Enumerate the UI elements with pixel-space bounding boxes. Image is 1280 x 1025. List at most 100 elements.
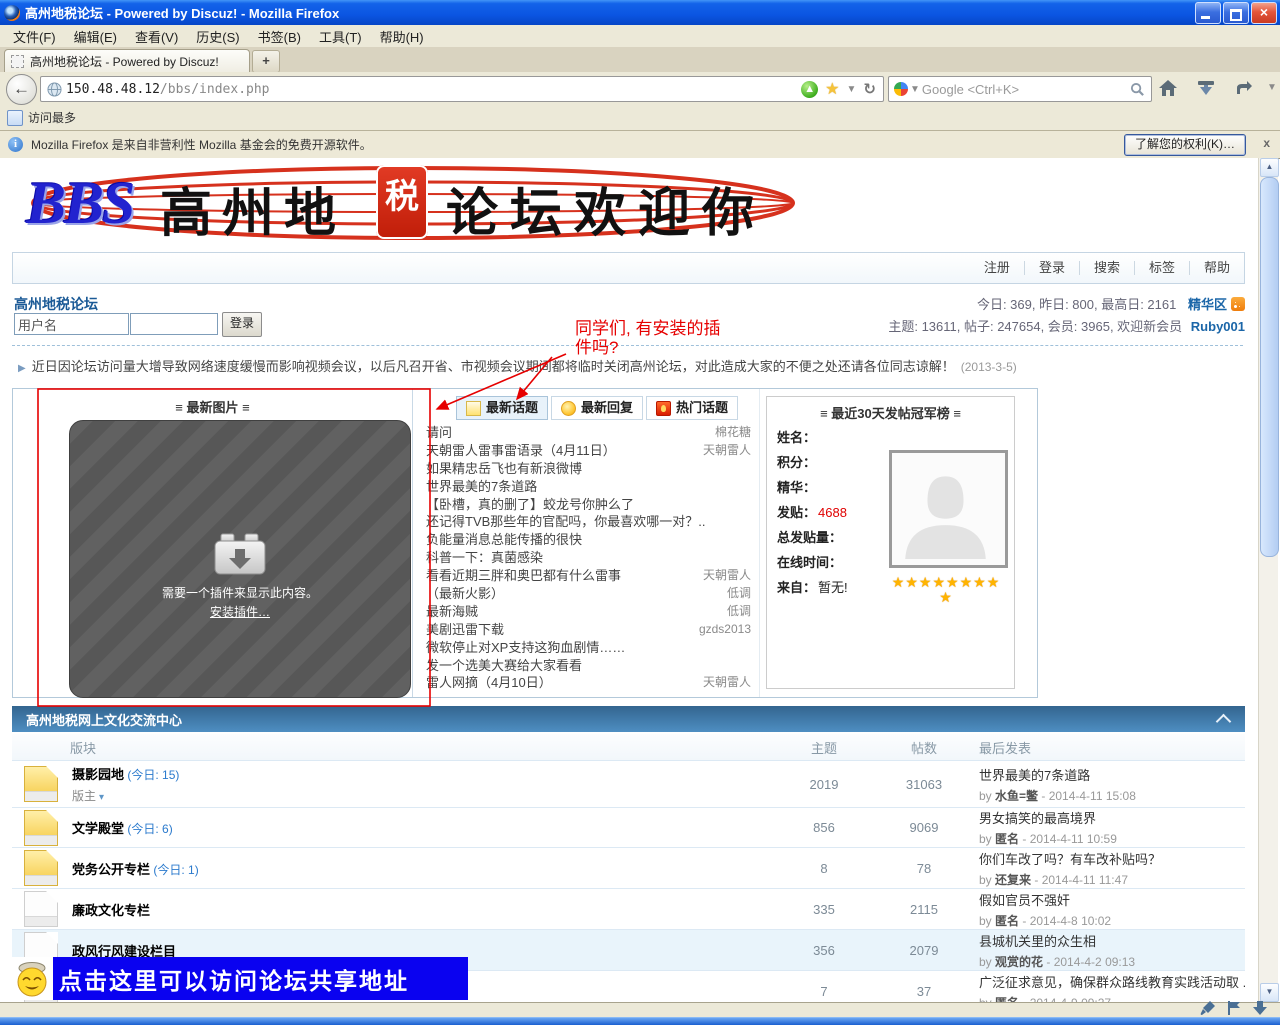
last-post-title[interactable]: 你们车改了吗？有车改补贴吗？ — [979, 849, 1245, 868]
last-post-title[interactable]: 男女搞笑的最高境界 — [979, 808, 1245, 827]
topic-title[interactable]: 还记得TVB那些年的官配吗，你最喜欢哪一对？.. — [426, 513, 751, 531]
url-bar[interactable]: 150.48.48.12/bbs/index.php ▲ ★ ▼ ↻ — [40, 76, 884, 102]
search-engine-dropdown-icon[interactable]: ▼ — [910, 84, 920, 95]
menu-item[interactable]: 工具(T) — [310, 25, 371, 48]
board-link[interactable]: 文学殿堂 — [72, 821, 124, 836]
usernav-register[interactable]: 注册 — [970, 261, 1024, 275]
restore-button[interactable] — [1223, 2, 1249, 24]
topic-title[interactable]: 最新海贼 — [426, 603, 719, 621]
topic-author[interactable]: 天朝雷人 — [703, 674, 751, 692]
topic-title[interactable]: 世界最美的7条道路 — [426, 478, 751, 496]
search-input[interactable] — [920, 81, 1130, 98]
tab-热门话题[interactable]: 热门话题 — [646, 396, 738, 420]
url-dropdown-icon[interactable]: ▼ — [847, 84, 857, 95]
last-post-title[interactable]: 县城机关里的众生相 — [979, 931, 1245, 950]
topic-title[interactable]: 如果精忠岳飞也有新浪微博 — [426, 460, 751, 478]
chevron-up-icon[interactable] — [1216, 714, 1232, 730]
url-text[interactable]: 150.48.48.12/bbs/index.php — [66, 82, 270, 97]
stats-line-2: 主题: 13611, 帖子: 247654, 会员: 3965, 欢迎新会员 R… — [888, 316, 1245, 335]
menu-item[interactable]: 查看(V) — [126, 25, 187, 48]
last-post-title[interactable]: 广泛征求意见，确保群众路线教育实践活动取 ... — [979, 972, 1245, 991]
topic-author[interactable]: 天朝雷人 — [703, 442, 751, 460]
board-link[interactable]: 廉政文化专栏 — [72, 903, 150, 918]
topic-author[interactable]: 低调 — [727, 603, 751, 621]
scroll-up-icon[interactable]: ▲ — [1260, 158, 1279, 177]
username-field[interactable] — [14, 313, 129, 335]
announcement-link[interactable]: 近日因论坛访问量大增导致网络速度缓慢而影响视频会议，以后凡召开省、市视频会议期间… — [32, 359, 955, 374]
rss-icon[interactable] — [1231, 297, 1245, 311]
reload-icon[interactable]: ↻ — [863, 80, 876, 98]
topic-title[interactable]: 看看近期三胖和奥巴都有什么雷事 — [426, 567, 695, 585]
topic-title[interactable]: 雷人网摘（4月10日） — [426, 674, 695, 692]
topic-title[interactable]: （最新火影） — [426, 585, 719, 603]
board-icon-new — [24, 766, 58, 802]
browser-tab[interactable]: 高州地税论坛 - Powered by Discuz! — [4, 49, 250, 73]
topic-author[interactable]: gzds2013 — [699, 621, 751, 639]
topic-title[interactable]: 微软停止对XP支持这狗血剧情…… — [426, 639, 751, 657]
topic-author[interactable]: 低调 — [727, 585, 751, 603]
menu-item[interactable]: 帮助(H) — [371, 25, 433, 48]
password-field[interactable] — [130, 313, 218, 335]
usernav-help[interactable]: 帮助 — [1189, 261, 1244, 275]
last-post-author[interactable]: 水鱼=鳖 — [995, 789, 1038, 803]
downloads-icon[interactable] — [1194, 78, 1218, 100]
new-member-link[interactable]: Ruby001 — [1191, 319, 1245, 334]
forum-home-link[interactable]: 高州地税论坛 — [14, 294, 98, 314]
category-header[interactable]: 高州地税网上文化交流中心 — [12, 706, 1245, 732]
topic-title[interactable]: 天朝雷人雷事雷语录（4月11日） — [426, 442, 695, 460]
last-post-author[interactable]: 还复来 — [995, 873, 1031, 887]
menu-item[interactable]: 历史(S) — [187, 25, 248, 48]
down-arrow-icon[interactable] — [1252, 1000, 1268, 1016]
last-post-title[interactable]: 世界最美的7条道路 — [979, 765, 1245, 784]
home-icon[interactable] — [1156, 78, 1180, 100]
vertical-scrollbar[interactable]: ▲ ▼ — [1258, 158, 1278, 1002]
notification-close-icon[interactable]: x — [1263, 136, 1270, 150]
usernav-tags[interactable]: 标签 — [1134, 261, 1189, 275]
last-post-author[interactable]: 观赏的花 — [995, 955, 1043, 969]
topic-title[interactable]: 【卧槽，真的删了】蛟龙号你肿么了 — [426, 496, 751, 514]
moderator-line[interactable]: 版主▾ — [72, 787, 769, 804]
last-post-author[interactable]: 匿名 — [995, 832, 1019, 846]
last-post-author[interactable]: 匿名 — [995, 914, 1019, 928]
login-button[interactable]: 登录 — [222, 312, 262, 337]
minimize-button[interactable] — [1195, 2, 1221, 24]
tab-bar: 高州地税论坛 - Powered by Discuz! + — [0, 47, 1280, 73]
menu-item[interactable]: 文件(F) — [4, 25, 65, 48]
topic-title[interactable]: 请问 — [426, 424, 707, 442]
menu-item[interactable]: 书签(B) — [249, 25, 310, 48]
scrollbar-thumb[interactable] — [1260, 177, 1279, 557]
know-your-rights-button[interactable]: 了解您的权利(K)… — [1124, 134, 1246, 156]
topic-title[interactable]: 发一个选美大赛给大家看看 — [426, 657, 751, 675]
topic-author[interactable]: 棉花糖 — [715, 424, 751, 442]
new-tab-button[interactable]: + — [252, 50, 280, 73]
google-icon[interactable] — [894, 82, 908, 96]
search-icon[interactable] — [1130, 82, 1145, 97]
usernav-search[interactable]: 搜索 — [1079, 261, 1134, 275]
last-post-title[interactable]: 假如官员不强奸 — [979, 890, 1245, 909]
champion-field: 在线时间： — [777, 552, 842, 572]
board-link[interactable]: 党务公开专栏 — [72, 862, 150, 877]
usernav-login[interactable]: 登录 — [1024, 261, 1079, 275]
search-bar[interactable]: ▼ — [888, 76, 1152, 102]
back-button[interactable]: ← — [6, 74, 37, 105]
topic-author[interactable]: 天朝雷人 — [703, 567, 751, 585]
topic-title[interactable]: 负能量消息总能传播的很快 — [426, 531, 751, 549]
install-plugin-link[interactable]: 安装插件… — [210, 603, 270, 620]
tab-最新话题[interactable]: 最新话题 — [456, 396, 548, 420]
topic-title[interactable]: 科普一下：真菌感染 — [426, 549, 751, 567]
share-popup[interactable]: 点击这里可以访问论坛共享地址 — [10, 957, 468, 1000]
close-button[interactable]: × — [1251, 2, 1277, 24]
bookmarks-icon[interactable] — [1232, 78, 1256, 100]
bookmark-star-icon[interactable]: ★ — [825, 79, 839, 99]
board-link[interactable]: 摄影园地 — [72, 767, 124, 782]
most-visited-item[interactable]: 访问最多 — [28, 109, 76, 126]
tab-最新回复[interactable]: 最新回复 — [551, 396, 643, 420]
toolbar-overflow-icon[interactable]: ▼ — [1260, 82, 1280, 104]
topic-title[interactable]: 美剧迅雷下载 — [426, 621, 691, 639]
flag-icon[interactable] — [1226, 1000, 1242, 1016]
menu-item[interactable]: 编辑(E) — [65, 25, 126, 48]
brush-icon[interactable] — [1200, 1000, 1216, 1016]
digest-link[interactable]: 精华区 — [1188, 297, 1227, 312]
go-arrow-icon[interactable]: ▲ — [801, 81, 818, 98]
missing-plugin-box[interactable]: 需要一个插件来显示此内容。 安装插件… — [69, 420, 411, 698]
